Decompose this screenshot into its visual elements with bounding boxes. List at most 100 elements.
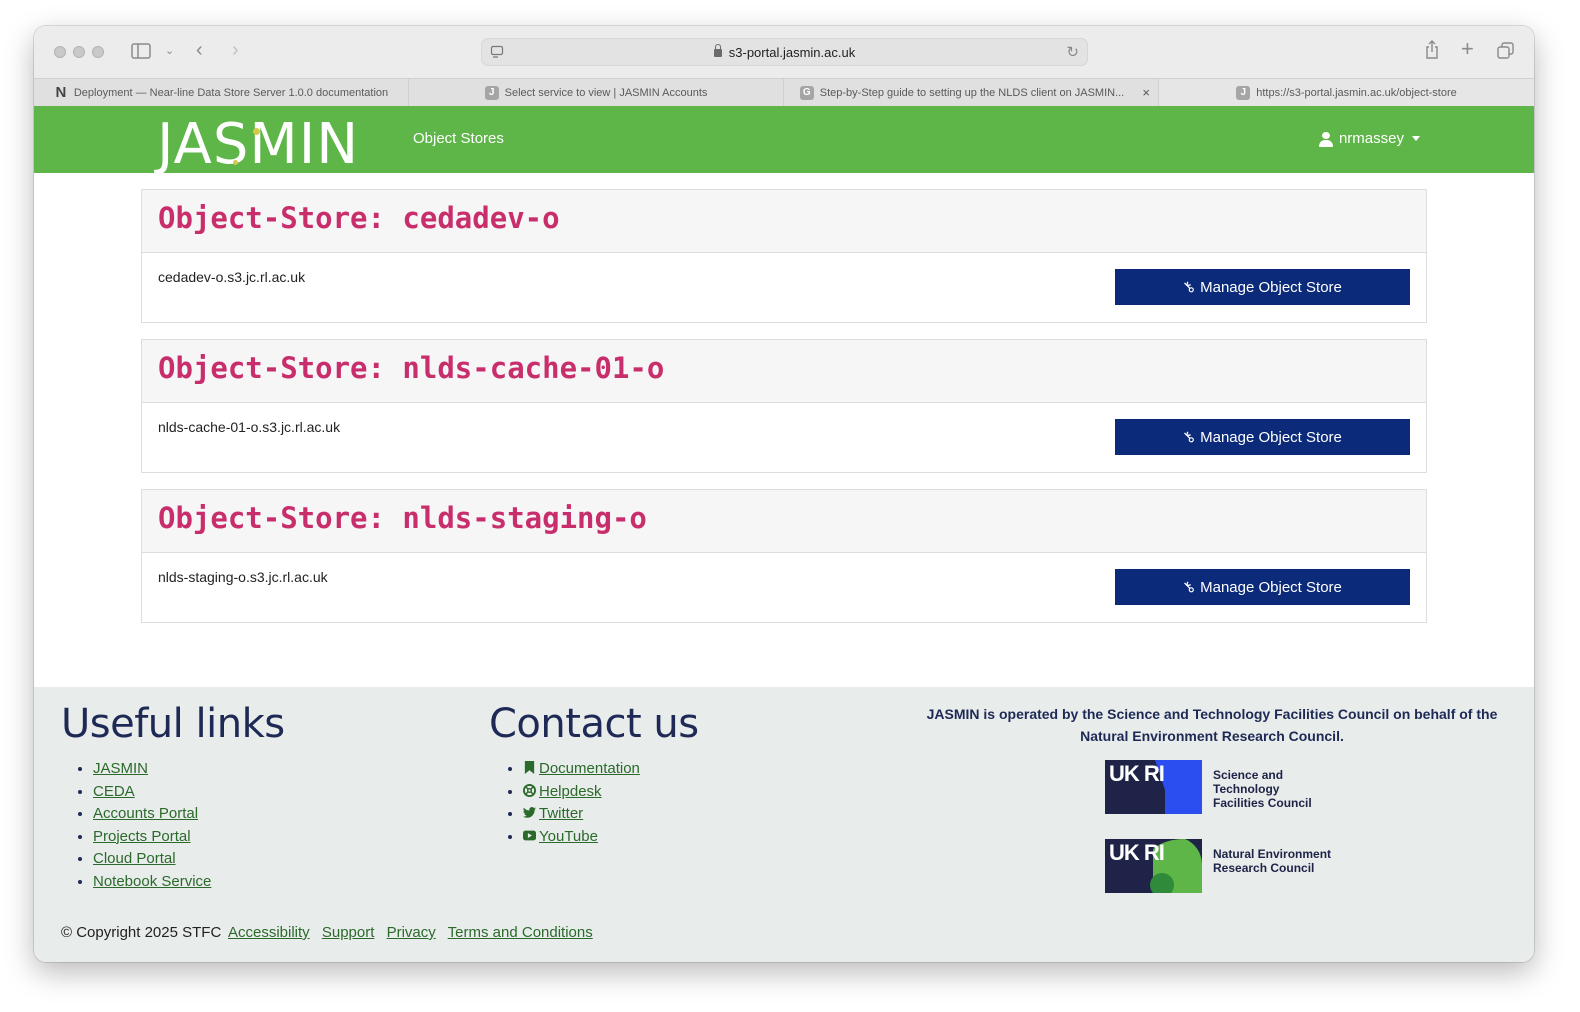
tab-object-store[interactable]: J https://s3-portal.jasmin.ac.uk/object-…: [1159, 79, 1534, 106]
list-item: Documentation: [523, 758, 640, 781]
link-accessibility[interactable]: Accessibility: [228, 924, 310, 941]
link-jasmin[interactable]: JASMIN: [93, 760, 148, 777]
tab-jasmin-accounts[interactable]: J Select service to view | JASMIN Accoun…: [409, 79, 784, 106]
site-footer: Useful links JASMIN CEDA Accounts Portal…: [34, 687, 1534, 962]
browser-window: ⌄ ‹ › s3-portal.jasmin.ac.uk ↻ + N Deplo…: [34, 26, 1534, 962]
card-title: Object-Store: nlds-staging-o: [158, 501, 647, 535]
list-item: Twitter: [523, 803, 640, 826]
jasmin-logo[interactable]: JASMIN: [157, 112, 359, 177]
nav-object-stores[interactable]: Object Stores: [413, 130, 504, 147]
lifering-icon: [523, 783, 536, 797]
store-hostname: cedadev-o.s3.jc.rl.ac.uk: [158, 269, 306, 285]
link-projects-portal[interactable]: Projects Portal: [93, 828, 191, 845]
logo-dot-icon: [253, 128, 260, 135]
favicon-j-icon: J: [484, 85, 499, 100]
manage-object-store-button[interactable]: ⚷ Manage Object Store: [1115, 419, 1410, 455]
link-ceda[interactable]: CEDA: [93, 783, 135, 800]
manage-object-store-button[interactable]: ⚷ Manage Object Store: [1115, 569, 1410, 605]
user-icon: [1318, 131, 1333, 147]
tab-deployment[interactable]: N Deployment — Near-line Data Store Serv…: [34, 79, 409, 106]
tab-title: Select service to view | JASMIN Accounts: [504, 86, 708, 99]
object-store-card: Object-Store: cedadev-o cedadev-o.s3.jc.…: [141, 189, 1427, 323]
logo-text: JASMIN: [157, 112, 360, 177]
sidebar-toggle-icon[interactable]: [131, 43, 151, 62]
address-bar[interactable]: s3-portal.jasmin.ac.uk ↻: [481, 38, 1088, 66]
tab-title: https://s3-portal.jasmin.ac.uk/object-st…: [1256, 86, 1457, 99]
useful-links-heading: Useful links: [61, 701, 285, 747]
back-icon[interactable]: ‹: [196, 40, 203, 60]
favicon-j-icon: J: [1236, 85, 1251, 100]
object-store-card: Object-Store: nlds-cache-01-o nlds-cache…: [141, 339, 1427, 473]
tab-strip: N Deployment — Near-line Data Store Serv…: [34, 78, 1534, 106]
link-documentation[interactable]: Documentation: [539, 760, 640, 777]
zoom-window-button[interactable]: [92, 46, 104, 58]
key-icon: ⚷: [1179, 577, 1199, 598]
link-support[interactable]: Support: [322, 924, 375, 941]
ukri-text: UK RI: [1109, 840, 1165, 865]
ukri-text: UK RI: [1109, 761, 1165, 786]
link-accounts-portal[interactable]: Accounts Portal: [93, 805, 198, 822]
user-menu[interactable]: nrmassey: [1318, 130, 1420, 147]
close-window-button[interactable]: [54, 46, 66, 58]
button-label: Manage Object Store: [1200, 428, 1342, 446]
favicon-n-icon: N: [55, 83, 67, 101]
button-label: Manage Object Store: [1200, 278, 1342, 296]
browser-toolbar: ⌄ ‹ › s3-portal.jasmin.ac.uk ↻ +: [34, 26, 1534, 78]
link-twitter[interactable]: Twitter: [539, 805, 583, 822]
useful-links-list: JASMIN CEDA Accounts Portal Projects Por…: [93, 758, 211, 893]
share-icon[interactable]: [1424, 40, 1440, 63]
card-title: Object-Store: cedadev-o: [158, 201, 560, 235]
link-cloud-portal[interactable]: Cloud Portal: [93, 850, 176, 867]
tab-overview-icon[interactable]: [1497, 42, 1515, 63]
manage-object-store-button[interactable]: ⚷ Manage Object Store: [1115, 269, 1410, 305]
caret-down-icon: [1412, 136, 1420, 141]
object-store-card: Object-Store: nlds-staging-o nlds-stagin…: [141, 489, 1427, 623]
card-title: Object-Store: nlds-cache-01-o: [158, 351, 665, 385]
minimize-window-button[interactable]: [73, 46, 85, 58]
list-item: Projects Portal: [93, 826, 211, 849]
link-notebook-service[interactable]: Notebook Service: [93, 873, 211, 890]
link-helpdesk[interactable]: Helpdesk: [539, 783, 602, 800]
list-item: Helpdesk: [523, 781, 640, 804]
new-tab-icon[interactable]: +: [1461, 38, 1474, 60]
twitter-icon: [523, 807, 536, 818]
chevron-down-icon[interactable]: ⌄: [165, 42, 174, 60]
tab-nlds-guide[interactable]: G Step-by-Step guide to setting up the N…: [784, 79, 1159, 106]
url-text: s3-portal.jasmin.ac.uk: [728, 45, 856, 60]
site-header: JASMIN Object Stores nrmassey: [34, 106, 1534, 177]
list-item: Notebook Service: [93, 871, 211, 894]
store-hostname: nlds-cache-01-o.s3.jc.rl.ac.uk: [158, 419, 341, 435]
list-item: Cloud Portal: [93, 848, 211, 871]
username: nrmassey: [1338, 130, 1404, 147]
stfc-name: Science and Technology Facilities Counci…: [1213, 768, 1312, 810]
tab-title: Step-by-Step guide to setting up the NLD…: [819, 86, 1125, 99]
contact-us-heading: Contact us: [489, 701, 699, 747]
key-icon: ⚷: [1179, 277, 1199, 298]
store-hostname: nlds-staging-o.s3.jc.rl.ac.uk: [158, 569, 328, 585]
bookmark-icon: [524, 761, 535, 774]
lock-icon: [713, 44, 722, 57]
logo-dot-icon: [233, 160, 238, 165]
list-item: YouTube: [523, 826, 640, 849]
forward-icon[interactable]: ›: [232, 40, 239, 60]
reload-icon[interactable]: ↻: [1066, 44, 1079, 62]
list-item: Accounts Portal: [93, 803, 211, 826]
list-item: JASMIN: [93, 758, 211, 781]
copyright-text: © Copyright 2025 STFC: [61, 924, 222, 941]
close-tab-icon[interactable]: ×: [1142, 85, 1150, 100]
nerc-name: Natural Environment Research Council: [1213, 847, 1332, 875]
link-youtube[interactable]: YouTube: [539, 828, 598, 845]
list-item: CEDA: [93, 781, 211, 804]
ukri-logo: UK RI: [1105, 760, 1202, 814]
favicon-g-icon: G: [799, 85, 814, 100]
contact-links-list: Documentation Helpdesk Twitter YouTube: [523, 758, 640, 848]
key-icon: ⚷: [1179, 427, 1199, 448]
link-terms-and-conditions[interactable]: Terms and Conditions: [448, 924, 593, 941]
ukri-logo: UK RI: [1105, 839, 1202, 893]
button-label: Manage Object Store: [1200, 578, 1342, 596]
link-privacy[interactable]: Privacy: [387, 924, 436, 941]
tab-title: Deployment — Near-line Data Store Server…: [73, 86, 389, 99]
operated-by-text: JASMIN is operated by the Science and Te…: [926, 706, 1498, 744]
youtube-icon: [523, 830, 536, 840]
footer-bottom-links: Accessibility Support Privacy Terms and …: [228, 924, 601, 941]
